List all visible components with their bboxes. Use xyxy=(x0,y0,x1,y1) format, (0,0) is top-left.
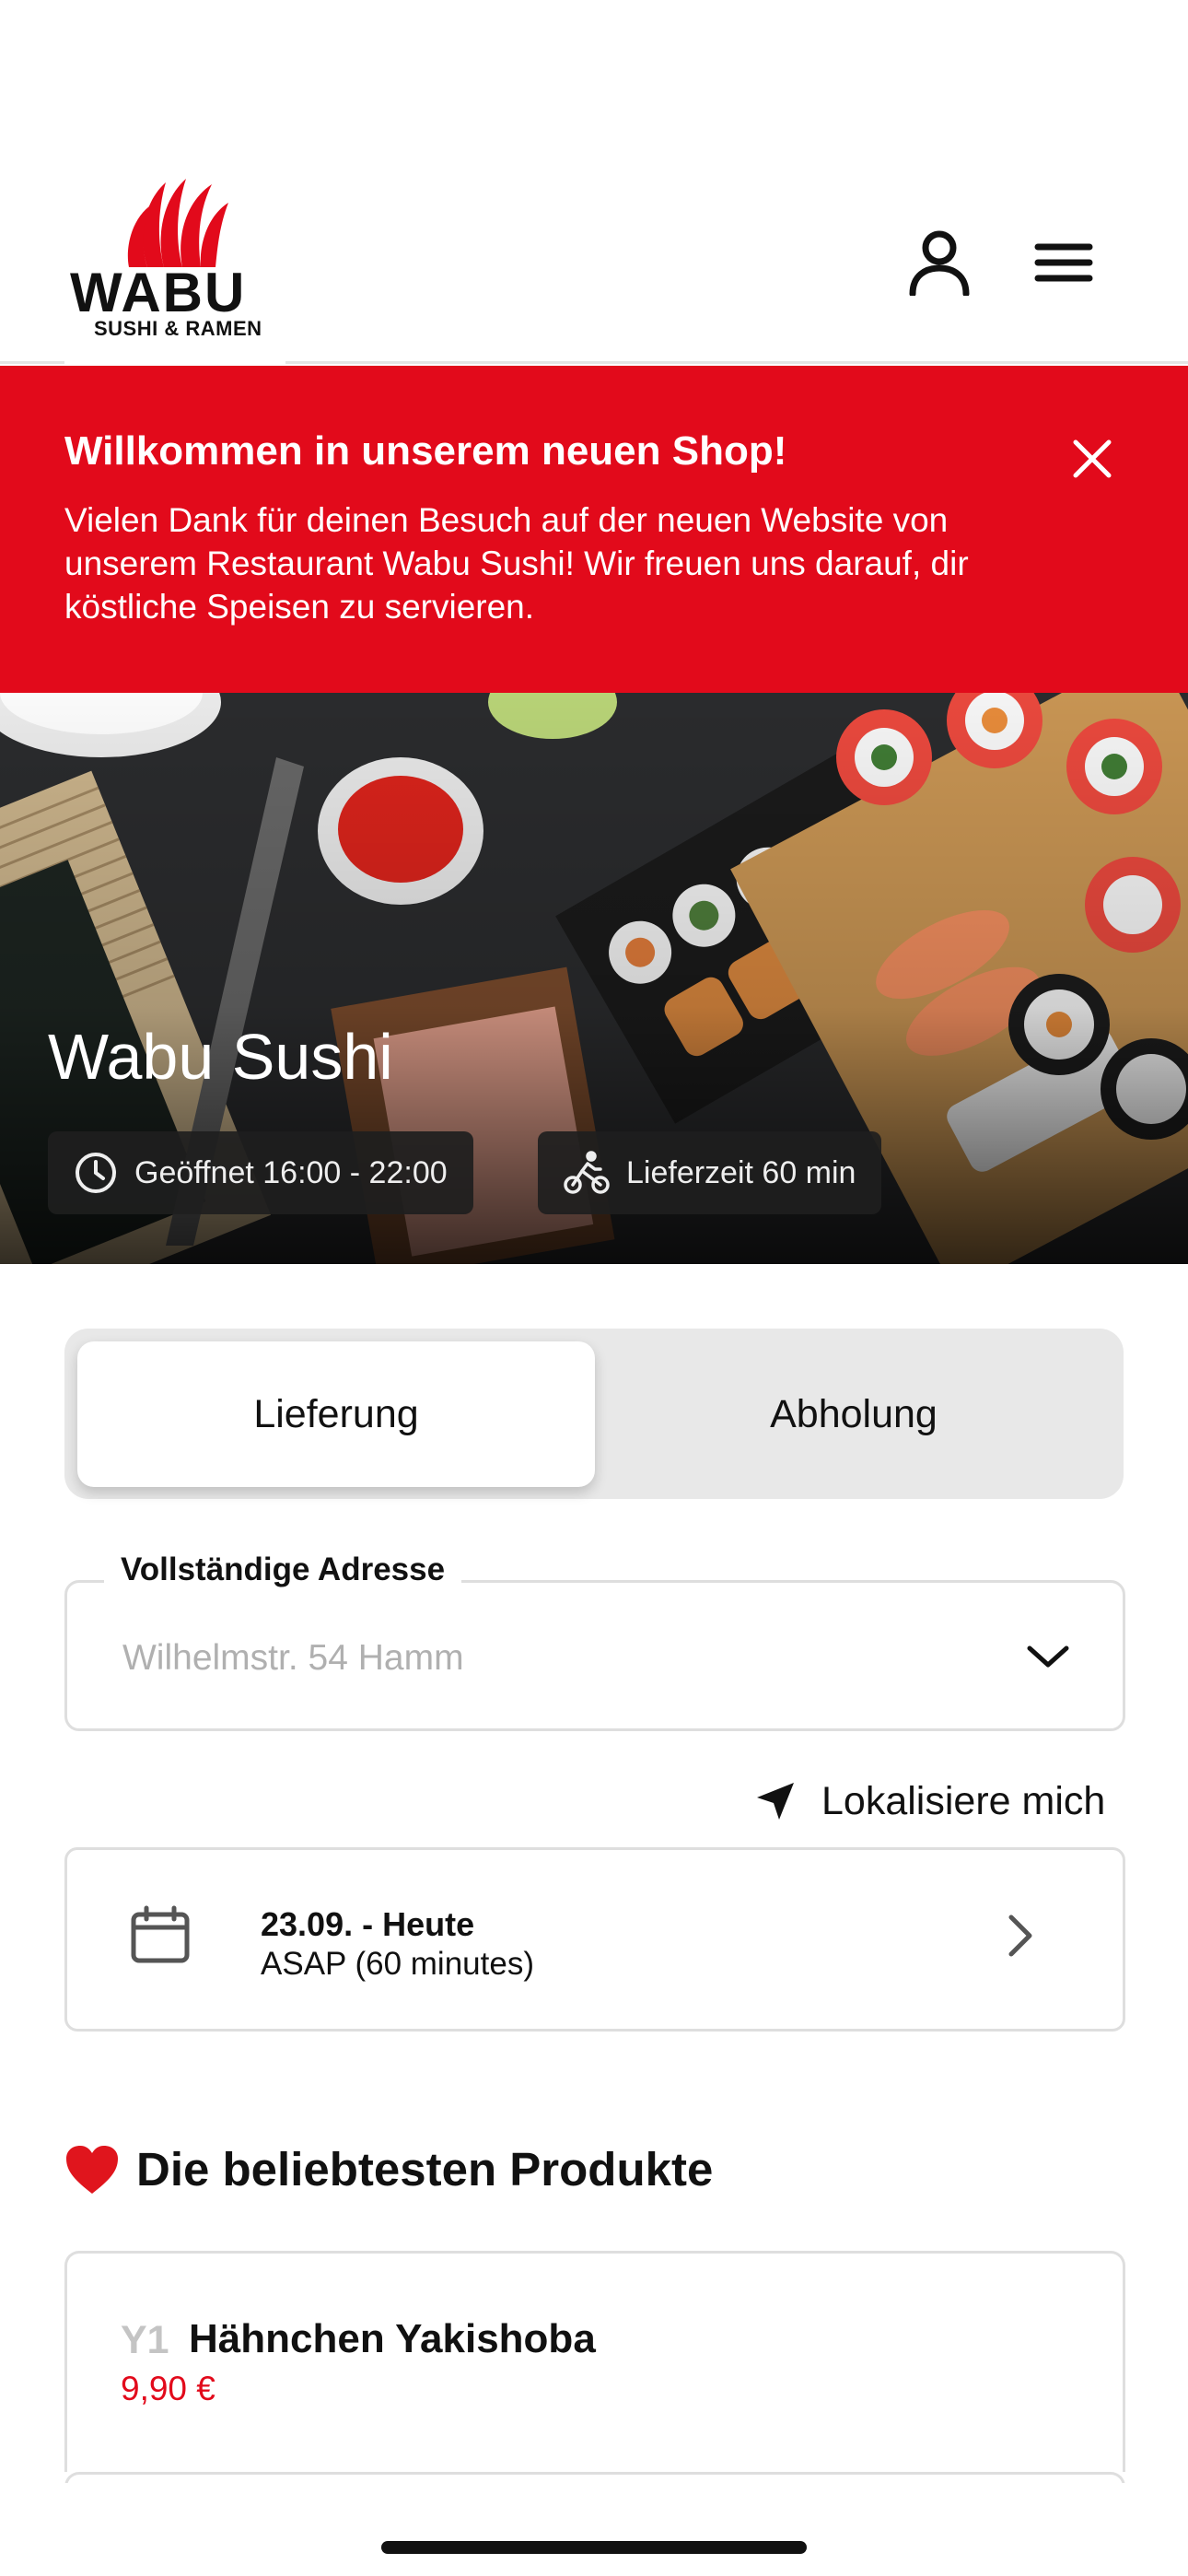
address-input[interactable]: Wilhelmstr. 54 Hamm xyxy=(122,1638,464,1679)
banner-close-button[interactable] xyxy=(1059,426,1125,492)
delivery-date: 23.09. - Heute xyxy=(261,1905,475,1943)
app-header: WABU SUSHI & RAMEN xyxy=(0,0,1188,364)
bike-delivery-icon xyxy=(564,1151,610,1194)
hamburger-icon xyxy=(1034,243,1093,282)
delivery-slot: ASAP (60 minutes) xyxy=(261,1946,534,1982)
opening-hours-text: Geöffnet 16:00 - 22:00 xyxy=(134,1154,448,1190)
chevron-down-icon xyxy=(1027,1645,1069,1668)
popular-products-heading: Die beliebtesten Produkte xyxy=(64,2142,713,2196)
product-price: 9,90 € xyxy=(121,2370,215,2407)
account-button[interactable] xyxy=(898,221,981,304)
opening-hours-chip: Geöffnet 16:00 - 22:00 xyxy=(48,1131,473,1214)
heart-icon xyxy=(66,2145,118,2194)
address-label: Vollständige Adresse xyxy=(104,1551,462,1588)
chevron-right-icon xyxy=(1008,1914,1032,1957)
product-name: Hähnchen Yakishoba xyxy=(189,2316,596,2361)
location-arrow-icon xyxy=(757,1783,794,1820)
locate-me-label: Lokalisiere mich xyxy=(821,1778,1106,1823)
address-field[interactable]: Vollständige Adresse Wilhelmstr. 54 Hamm xyxy=(64,1551,1125,1731)
order-mode-toggle: Lieferung Abholung xyxy=(64,1329,1124,1499)
product-code: Y1 xyxy=(121,2318,169,2362)
welcome-banner: Willkommen in unserem neuen Shop! Vielen… xyxy=(0,366,1188,693)
tab-delivery[interactable]: Lieferung xyxy=(77,1341,595,1487)
banner-title: Willkommen in unserem neuen Shop! xyxy=(64,428,787,474)
delivery-time-selector[interactable]: 23.09. - Heute ASAP (60 minutes) xyxy=(64,1847,1125,2032)
wabu-logo[interactable]: WABU SUSHI & RAMEN xyxy=(64,166,285,369)
popular-products-title: Die beliebtesten Produkte xyxy=(136,2143,714,2195)
menu-button[interactable] xyxy=(1022,221,1105,304)
delivery-time-chip: Lieferzeit 60 min xyxy=(538,1131,882,1214)
bottom-safe-area xyxy=(0,2483,1188,2576)
banner-text: Vielen Dank für deinen Besuch auf der ne… xyxy=(64,501,969,626)
clock-icon xyxy=(76,1153,116,1193)
delivery-time-text: Lieferzeit 60 min xyxy=(626,1154,856,1190)
hero-image: Wabu Sushi Geöffnet 16:00 - 22:00 Liefer… xyxy=(0,693,1188,1264)
tab-pickup[interactable]: Abholung xyxy=(595,1341,1112,1487)
user-icon xyxy=(909,230,970,296)
home-indicator xyxy=(381,2541,807,2554)
calendar-icon xyxy=(131,1905,190,1963)
product-card[interactable]: Y1 Hähnchen Yakishoba 9,90 € xyxy=(64,2251,1125,2472)
address-dropdown-button[interactable] xyxy=(1020,1629,1076,1684)
locate-me-button[interactable]: Lokalisiere mich xyxy=(755,1774,1105,1829)
restaurant-name: Wabu Sushi xyxy=(48,1021,393,1093)
logo-wordmark: WABU xyxy=(70,262,247,323)
logo-subtitle: SUSHI & RAMEN xyxy=(94,317,262,340)
close-icon xyxy=(1073,439,1112,478)
